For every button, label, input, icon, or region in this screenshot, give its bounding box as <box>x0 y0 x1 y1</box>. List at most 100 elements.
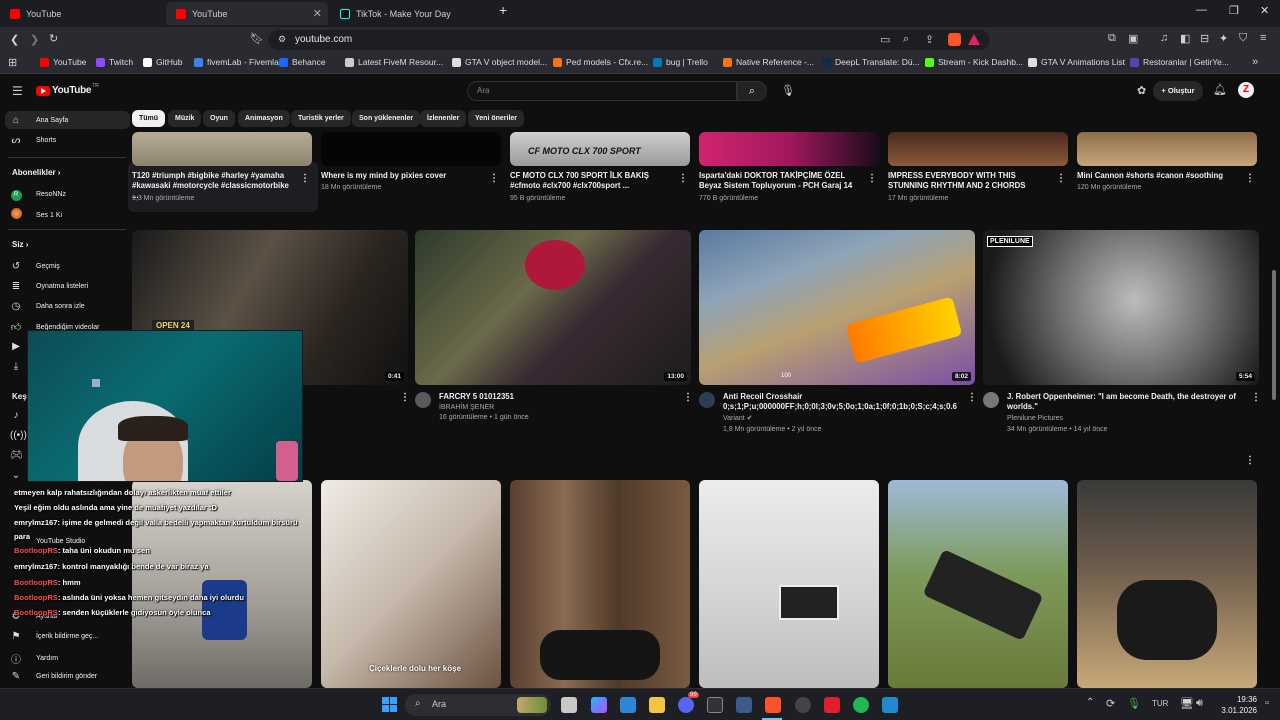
volume-icon[interactable]: 🔊︎ <box>1196 697 1203 710</box>
language-indicator[interactable]: TUR <box>1152 699 1168 708</box>
sidebar-item-feedback[interactable]: ✎ Geri bildirim gönder <box>10 671 97 682</box>
clock[interactable]: 19:36 3.01.2026 <box>1217 694 1257 716</box>
sidebar-item-shorts[interactable]: ᔕ Shorts <box>10 135 57 146</box>
more-actions-icon[interactable]: ⋮ <box>678 173 688 184</box>
channel-name[interactable]: Variant ✔ <box>723 414 753 424</box>
sidebar-item-home[interactable]: ⌂ Ana Sayfa <box>10 115 68 126</box>
video-title[interactable]: CF MOTO CLX 700 SPORT İLK BAKIŞ #cfmoto … <box>510 171 670 191</box>
page-scrollbar[interactable] <box>1272 270 1276 400</box>
bookmark-item[interactable]: Restoranlar | GetirYe... <box>1130 57 1229 67</box>
video-title[interactable]: Where is my mind by pixies cover <box>321 171 481 181</box>
bookmark-item[interactable]: GTA V object model... <box>452 57 547 67</box>
subscriptions-header[interactable]: Abonelikler › <box>12 168 60 177</box>
video-thumbnail[interactable] <box>888 480 1068 688</box>
you-header[interactable]: Siz › <box>12 240 28 249</box>
wallet-icon[interactable]: ▣ <box>1128 32 1138 45</box>
more-actions-icon[interactable]: ⋮ <box>1245 173 1255 184</box>
leo-ai-icon[interactable]: ✦ <box>1219 32 1228 45</box>
chip-animation[interactable]: Animasyon <box>238 110 290 127</box>
video-thumbnail[interactable] <box>321 132 501 166</box>
task-view-icon[interactable] <box>561 697 577 713</box>
video-thumbnail[interactable] <box>510 480 690 688</box>
bookmark-item[interactable]: Stream - Kick Dashb... <box>925 57 1023 67</box>
bookmark-item[interactable]: Behance <box>279 57 326 67</box>
app-icon[interactable] <box>824 697 840 713</box>
brave-browser-icon[interactable] <box>765 697 781 713</box>
maximize-icon[interactable]: ❐ <box>1229 4 1239 17</box>
copilot-icon[interactable] <box>591 697 607 713</box>
more-actions-icon[interactable]: ⋮ <box>967 392 977 403</box>
video-title[interactable]: Anti Recoil Crosshair 0;s;1;P;u;000000FF… <box>723 392 957 412</box>
video-thumbnail[interactable]: 13:00 <box>415 230 691 385</box>
spotify-icon[interactable] <box>853 697 869 713</box>
terminal-icon[interactable] <box>707 697 723 713</box>
store-icon[interactable] <box>620 697 636 713</box>
channel-avatar[interactable] <box>415 392 431 408</box>
bookmark-item[interactable]: DeepL Translate: Dü... <box>822 57 920 67</box>
apps-grid-icon[interactable]: ⊞ <box>8 56 17 69</box>
channel-name[interactable]: İBRAHİM ŞENER <box>439 403 494 413</box>
app-icon[interactable] <box>795 697 811 713</box>
chip-new[interactable]: Yeni öneriler <box>468 110 525 127</box>
extension-gear-icon[interactable]: ✿ <box>1137 84 1146 97</box>
chip-watched[interactable]: İzlenenler <box>420 110 467 127</box>
sidebar-toggle-icon[interactable]: ◧ <box>1180 32 1190 45</box>
close-window-icon[interactable]: ✕ <box>1260 4 1269 17</box>
channel-avatar[interactable] <box>699 392 715 408</box>
tab-youtube-1[interactable]: YouTube <box>0 2 165 25</box>
youtube-logo[interactable]: YouTube TR <box>36 83 99 96</box>
more-actions-icon[interactable]: ⋮ <box>300 173 310 184</box>
chip-recent[interactable]: Son yüklenenler <box>352 110 421 127</box>
more-bookmarks-icon[interactable]: » <box>1252 56 1258 68</box>
bookmark-item[interactable]: YouTube <box>40 57 86 67</box>
brave-rewards-icon[interactable] <box>968 34 980 45</box>
account-avatar[interactable]: Z <box>1238 82 1254 98</box>
network-icon[interactable]: 🖥︎ <box>1180 697 1194 710</box>
taskbar-search[interactable]: ⌕ Ara <box>405 694 551 716</box>
brave-shield-icon[interactable] <box>948 33 961 46</box>
more-actions-icon[interactable]: ⋮ <box>1056 173 1066 184</box>
reload-icon[interactable]: ↻ <box>49 32 58 45</box>
bookmark-item[interactable]: GitHub <box>143 57 182 67</box>
bookmark-item[interactable]: Native Reference -... <box>723 57 814 67</box>
bookmark-item[interactable]: Latest FiveM Resour... <box>345 57 443 67</box>
tray-chevron-icon[interactable]: ⌃ <box>1086 697 1094 708</box>
bookmark-item[interactable]: Ped models - Cfx.re... <box>553 57 648 67</box>
video-title[interactable]: FARCRY 5 01012351 <box>439 392 669 402</box>
more-actions-icon[interactable]: ⋮ <box>683 392 693 403</box>
search-input[interactable]: Ara <box>467 81 737 101</box>
sidebar-item-help[interactable]: ⓘ Yardım <box>10 651 58 666</box>
bookmark-icon[interactable]: 🔖︎ <box>250 32 264 45</box>
microphone-tray-icon[interactable]: 🎙︎ <box>1127 697 1141 710</box>
sidebar-item-subscription[interactable]: Ses 1 Ki <box>10 208 62 222</box>
video-thumbnail[interactable] <box>132 132 312 166</box>
shorts-shelf-menu-icon[interactable]: ⋮ <box>1245 455 1255 466</box>
video-thumbnail[interactable] <box>888 132 1068 166</box>
video-thumbnail[interactable]: 100 8:02 <box>699 230 975 385</box>
bookmark-item[interactable]: GTA V Animations List <box>1028 57 1125 67</box>
site-info-icon[interactable]: ⚙ <box>278 34 286 45</box>
sidebar-item-history[interactable]: ↺ Geçmiş <box>10 261 60 272</box>
hamburger-menu-icon[interactable]: ☰ <box>12 84 23 98</box>
zoom-icon[interactable]: ⌕ <box>903 33 909 46</box>
more-actions-icon[interactable]: ⋮ <box>489 173 499 184</box>
video-thumbnail[interactable] <box>1077 480 1257 688</box>
tab-groups-icon[interactable]: ⊟ <box>1200 32 1209 45</box>
app-icon[interactable] <box>882 697 898 713</box>
extensions-icon[interactable]: ⧉ <box>1108 32 1116 45</box>
video-thumbnail[interactable]: PLENILUNE 5:54 <box>983 230 1259 385</box>
chip-music[interactable]: Müzik <box>168 110 202 127</box>
sync-icon[interactable]: ⟳ <box>1106 697 1115 710</box>
more-actions-icon[interactable]: ⋮ <box>867 173 877 184</box>
media-icon[interactable]: ♫ <box>1160 32 1168 44</box>
more-actions-icon[interactable]: ⋮ <box>1251 392 1261 403</box>
video-thumbnail[interactable] <box>699 132 879 166</box>
sidebar-item-playlists[interactable]: ≣ Oynatma listeleri <box>10 281 88 292</box>
close-tab-icon[interactable]: ✕ <box>313 7 322 20</box>
bookmark-item[interactable]: fivemLab - Fivemlab <box>194 57 284 67</box>
video-title[interactable]: IMPRESS EVERYBODY WITH THIS STUNNING RHY… <box>888 171 1058 191</box>
share-icon[interactable]: ⇪ <box>925 33 934 46</box>
minimize-icon[interactable]: — <box>1196 4 1207 16</box>
steam-icon[interactable] <box>736 697 752 713</box>
menu-icon[interactable]: ≡ <box>1260 32 1266 44</box>
